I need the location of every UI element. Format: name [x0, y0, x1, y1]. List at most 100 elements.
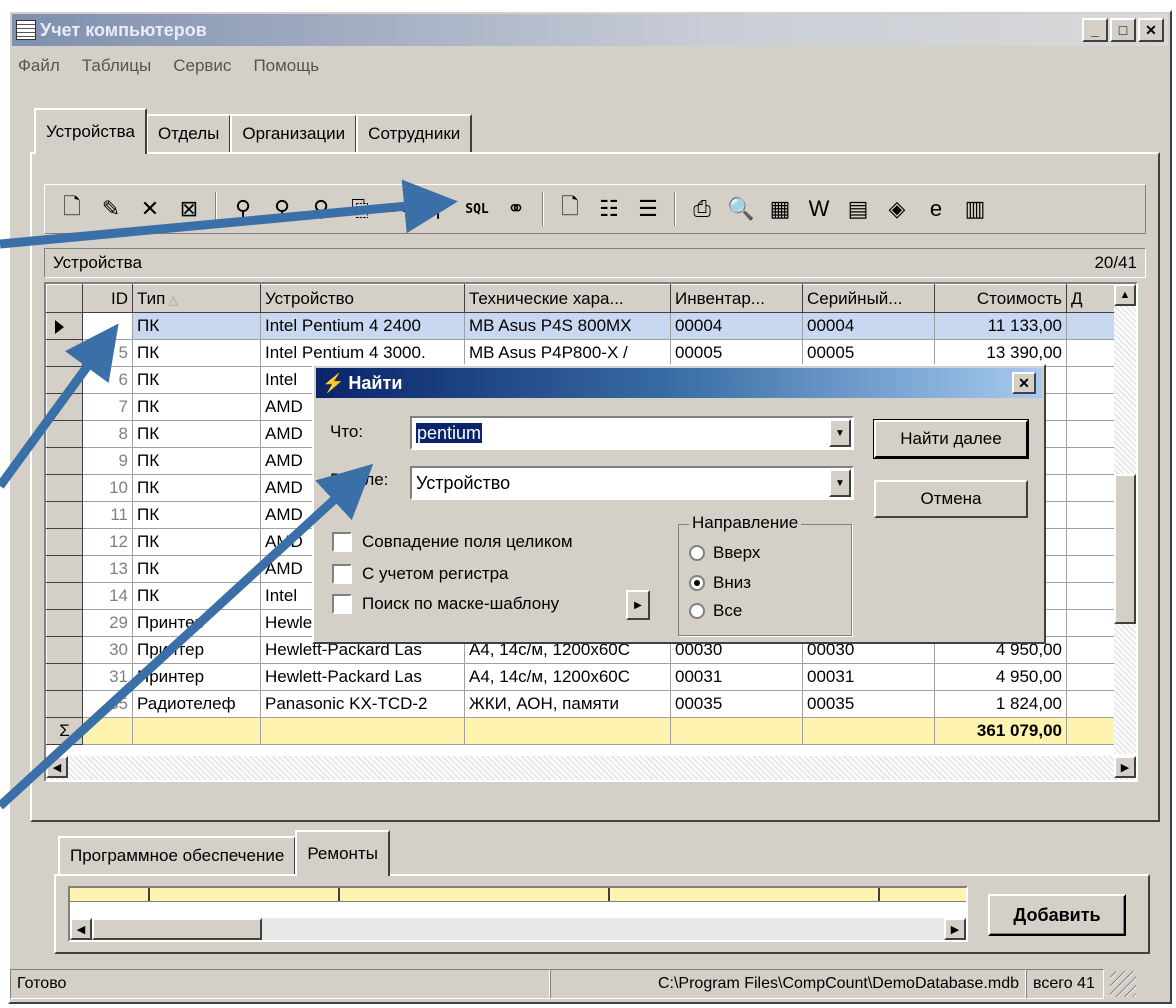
match-whole-field-checkbox[interactable]: [332, 532, 352, 552]
menu-file[interactable]: Файл: [16, 52, 62, 80]
row-indicator[interactable]: [46, 663, 83, 691]
new-document-button[interactable]: 🗋: [553, 192, 587, 226]
mask-search-option[interactable]: Поиск по маске-шаблону: [332, 594, 559, 614]
row-indicator[interactable]: [46, 609, 83, 637]
row-indicator[interactable]: [46, 339, 83, 367]
cell-inventory[interactable]: 00004: [670, 312, 803, 340]
cell-device[interactable]: Panasonic KX-TCD-2: [260, 690, 465, 718]
cell-d[interactable]: [1066, 393, 1117, 421]
row-indicator[interactable]: [46, 501, 83, 529]
cell-d[interactable]: [1066, 501, 1117, 529]
cell-type[interactable]: ПК: [132, 555, 261, 583]
cell-id[interactable]: 31: [82, 663, 133, 691]
column-header-id[interactable]: ID: [82, 284, 133, 313]
mask-options-button[interactable]: ▶: [626, 590, 650, 620]
print-preview-button[interactable]: 🔍: [724, 192, 758, 226]
cell-d[interactable]: [1066, 366, 1117, 394]
repairs-horizontal-scrollbar[interactable]: ◀ ▶: [70, 918, 966, 940]
direction-up-radio[interactable]: [689, 545, 705, 561]
properties-button[interactable]: ☷: [592, 192, 626, 226]
cell-serial[interactable]: 00004: [802, 312, 935, 340]
cell-id[interactable]: 12: [82, 528, 133, 556]
cell-type[interactable]: Принтер: [132, 663, 261, 691]
cell-device[interactable]: Intel Pentium 4 3000.: [260, 339, 465, 367]
delete-button[interactable]: ✕: [133, 192, 167, 226]
table-row[interactable]: 35 Радиотелеф Panasonic KX-TCD-2 ЖКИ, АОН, …: [46, 690, 1117, 718]
cell-cost[interactable]: 11 133,00: [934, 312, 1067, 340]
match-case-checkbox[interactable]: [332, 564, 352, 584]
cell-type[interactable]: ПК: [132, 528, 261, 556]
repairs-scroll-right-button[interactable]: ▶: [944, 918, 966, 940]
search-text-dropdown-button[interactable]: ▼: [829, 419, 851, 447]
cell-type[interactable]: ПК: [132, 474, 261, 502]
cell-id[interactable]: 9: [82, 447, 133, 475]
direction-up-option[interactable]: Вверх: [689, 543, 760, 563]
cell-id[interactable]: 35: [82, 690, 133, 718]
maximize-button[interactable]: □: [1110, 18, 1136, 42]
minimize-button[interactable]: _: [1082, 18, 1108, 42]
column-header-device[interactable]: Устройство: [260, 284, 465, 313]
cell-d[interactable]: [1066, 582, 1117, 610]
cell-specs[interactable]: MB Asus P4P800-X /: [464, 339, 671, 367]
cell-d[interactable]: [1066, 555, 1117, 583]
search-text-value[interactable]: pentium: [416, 422, 829, 444]
cell-id[interactable]: 29: [82, 609, 133, 637]
menu-tables[interactable]: Таблицы: [80, 52, 153, 80]
cell-cost[interactable]: 1 824,00: [934, 690, 1067, 718]
cell-id[interactable]: 6: [82, 366, 133, 394]
export-button[interactable]: ◈: [880, 192, 914, 226]
direction-down-radio[interactable]: [689, 575, 705, 591]
row-indicator[interactable]: [46, 555, 83, 583]
menu-service[interactable]: Сервис: [171, 52, 233, 80]
cell-id[interactable]: 14: [82, 582, 133, 610]
table-row[interactable]: 5 ПК Intel Pentium 4 3000. MB Asus P4P800-X…: [46, 339, 1117, 367]
row-indicator[interactable]: [46, 582, 83, 610]
cell-serial[interactable]: 00005: [802, 339, 935, 367]
direction-all-radio[interactable]: [689, 603, 705, 619]
cell-id[interactable]: [82, 312, 133, 340]
browser-button[interactable]: e: [919, 192, 953, 226]
delete-all-button[interactable]: ⊠: [172, 192, 206, 226]
row-indicator[interactable]: [46, 690, 83, 718]
cell-type[interactable]: Принтер: [132, 609, 261, 637]
find-dialog-title-bar[interactable]: ⚡ Найти ✕: [316, 368, 1042, 398]
cell-d[interactable]: [1066, 312, 1117, 340]
cell-device[interactable]: Hewlett-Packard Las: [260, 663, 465, 691]
cell-specs[interactable]: ЖКИ, АОН, памяти: [464, 690, 671, 718]
column-header-inventory[interactable]: Инвентар...: [670, 284, 803, 313]
cell-specs[interactable]: MB Asus P4S 800MX: [464, 312, 671, 340]
cell-d[interactable]: [1066, 447, 1117, 475]
row-indicator[interactable]: [46, 420, 83, 448]
cell-id[interactable]: 11: [82, 501, 133, 529]
row-indicator[interactable]: [46, 366, 83, 394]
sql-button[interactable]: SQL: [460, 192, 494, 226]
match-whole-field-option[interactable]: Совпадение поля целиком: [332, 532, 573, 552]
find-next-button[interactable]: Найти далее: [873, 419, 1029, 459]
cancel-button[interactable]: Отмена: [874, 480, 1028, 518]
add-button[interactable]: Добавить: [988, 894, 1126, 936]
cell-d[interactable]: [1066, 636, 1117, 664]
tab-software[interactable]: Программное обеспечение: [58, 836, 297, 876]
horizontal-scrollbar[interactable]: ◀ ▶: [46, 756, 1136, 780]
cell-specs[interactable]: A4, 14с/м, 1200x60С: [464, 663, 671, 691]
tree-search-button[interactable]: ⚯: [382, 192, 416, 226]
cell-type[interactable]: ПК: [132, 393, 261, 421]
edit-button[interactable]: ✎: [94, 192, 128, 226]
cell-serial[interactable]: 00035: [802, 690, 935, 718]
cell-d[interactable]: [1066, 339, 1117, 367]
scroll-up-button[interactable]: ▲: [1114, 284, 1136, 306]
cell-inventory[interactable]: 00031: [670, 663, 803, 691]
find-dialog-close-button[interactable]: ✕: [1012, 372, 1036, 394]
word-export-button[interactable]: ▤: [841, 192, 875, 226]
cell-id[interactable]: 10: [82, 474, 133, 502]
search-text-combo[interactable]: pentium ▼: [410, 416, 854, 450]
cell-inventory[interactable]: 00005: [670, 339, 803, 367]
scroll-left-button[interactable]: ◀: [46, 756, 68, 778]
row-indicator[interactable]: [46, 447, 83, 475]
cell-d[interactable]: [1066, 609, 1117, 637]
excel-button[interactable]: ▦: [763, 192, 797, 226]
repairs-scroll-thumb[interactable]: [92, 918, 262, 940]
cell-type[interactable]: ПК: [132, 447, 261, 475]
table-row[interactable]: 31 Принтер Hewlett-Packard Las A4, 14с/м, 1…: [46, 663, 1117, 691]
cell-cost[interactable]: 13 390,00: [934, 339, 1067, 367]
